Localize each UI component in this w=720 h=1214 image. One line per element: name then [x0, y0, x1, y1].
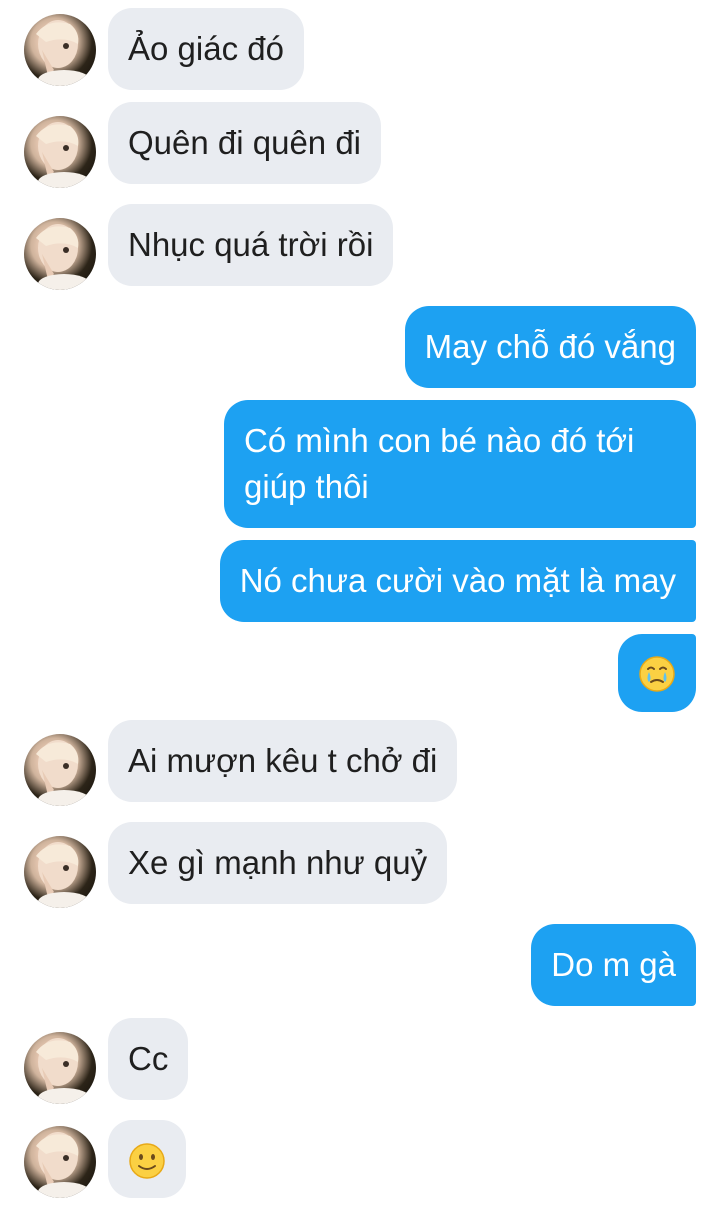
outgoing-message[interactable]: Có mình con bé nào đó tới giúp thôi — [224, 400, 696, 528]
incoming-message[interactable]: Ai mượn kêu t chở đi — [108, 720, 458, 802]
incoming-message[interactable]: Quên đi quên đi — [108, 102, 382, 184]
contact-avatar[interactable] — [24, 1126, 96, 1198]
face-holding-back-tears-icon — [639, 656, 675, 693]
slightly-smiling-face-icon — [129, 1143, 165, 1180]
message-thread[interactable]: Ảo giác đó Quên đi quên đi Nhục quá trời… — [0, 0, 720, 1214]
avatar-photo-icon — [36, 20, 90, 86]
message-text: May chỗ đó vắng — [424, 328, 676, 365]
incoming-emoji-message[interactable] — [108, 1120, 186, 1198]
message-text: Ai mượn kêu t chở đi — [128, 742, 438, 779]
contact-avatar[interactable] — [24, 1032, 96, 1104]
avatar-photo-icon — [36, 740, 90, 806]
incoming-message[interactable]: Nhục quá trời rồi — [108, 204, 394, 286]
contact-avatar[interactable] — [24, 116, 96, 188]
incoming-message[interactable]: Cc — [108, 1018, 189, 1100]
message-text: Ảo giác đó — [128, 30, 284, 67]
contact-avatar[interactable] — [24, 734, 96, 806]
outgoing-message[interactable]: May chỗ đó vắng — [404, 306, 696, 388]
avatar-photo-icon — [36, 842, 90, 908]
message-text: Xe gì mạnh như quỷ — [128, 844, 428, 881]
avatar-photo-icon — [36, 1038, 90, 1104]
avatar-photo-icon — [36, 1132, 90, 1198]
avatar-photo-icon — [36, 122, 90, 188]
incoming-message[interactable]: Ảo giác đó — [108, 8, 304, 90]
message-text: Có mình con bé nào đó tới giúp thôi — [244, 422, 635, 505]
message-text: Nhục quá trời rồi — [128, 226, 374, 263]
contact-avatar[interactable] — [24, 14, 96, 86]
outgoing-message[interactable]: Nó chưa cười vào mặt là may — [219, 540, 696, 622]
message-text: Do m gà — [551, 946, 676, 983]
contact-avatar[interactable] — [24, 836, 96, 908]
message-text: Quên đi quên đi — [128, 124, 362, 161]
incoming-message[interactable]: Xe gì mạnh như quỷ — [108, 822, 448, 904]
contact-avatar[interactable] — [24, 218, 96, 290]
outgoing-emoji-message[interactable] — [618, 634, 696, 712]
outgoing-message[interactable]: Do m gà — [531, 924, 696, 1006]
message-text: Nó chưa cười vào mặt là may — [239, 562, 676, 599]
avatar-photo-icon — [36, 224, 90, 290]
message-text: Cc — [128, 1040, 169, 1077]
